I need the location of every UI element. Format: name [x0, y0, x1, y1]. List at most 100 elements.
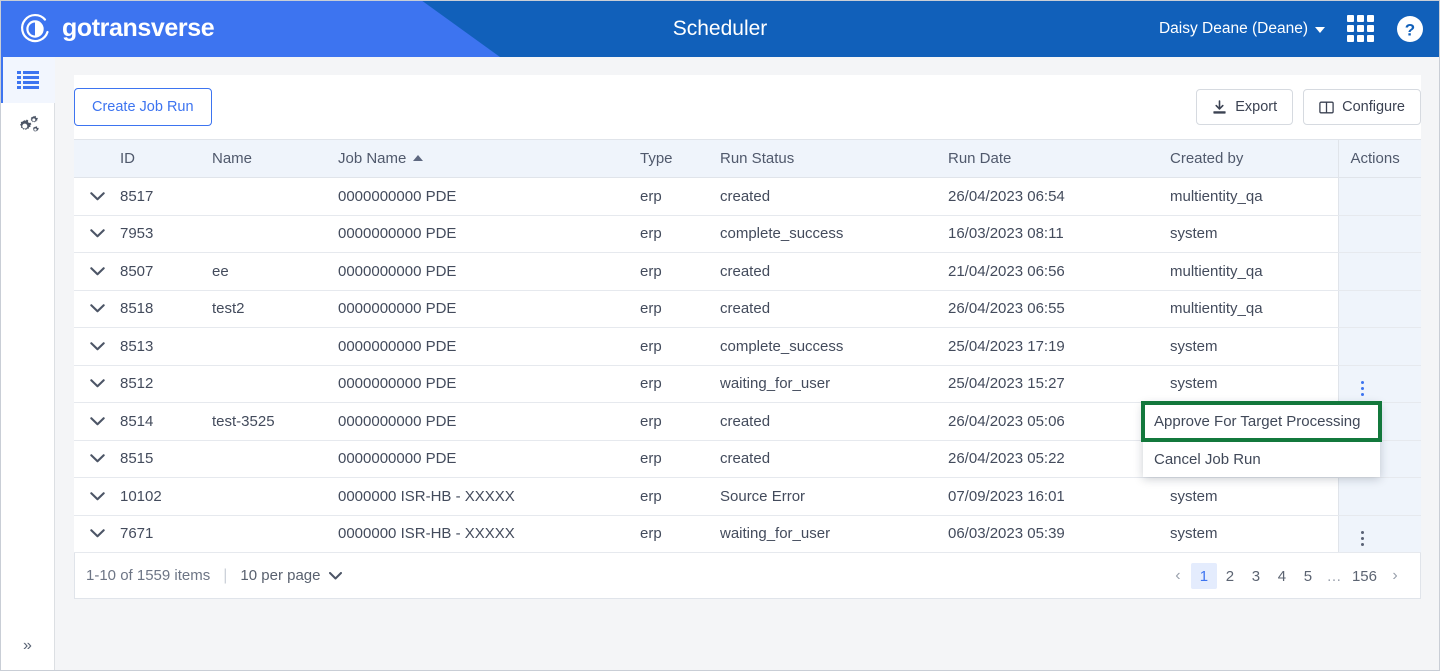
row-cell-id: 8514 — [108, 402, 200, 441]
row-cell-actions[interactable] — [1337, 365, 1421, 403]
sidebar-collapse-toggle[interactable]: » — [0, 629, 55, 663]
row-expand-cell[interactable] — [74, 365, 108, 403]
row-expand-cell[interactable] — [74, 177, 108, 216]
row-cell-job-name: 0000000000 PDE — [326, 365, 628, 403]
per-page-selector[interactable]: 10 per page — [240, 567, 343, 584]
row-expand-cell[interactable] — [74, 215, 108, 253]
row-cell-id: 7671 — [108, 515, 200, 553]
table-row[interactable]: 7671 0000000 ISR-HB - XXXXX erp waiting_for… — [74, 515, 1421, 553]
row-cell-actions — [1337, 290, 1421, 328]
table-row[interactable]: 10102 0000000 ISR-HB - XXXXX erp Source Err… — [74, 477, 1421, 516]
col-label-actions: Actions — [1350, 150, 1400, 167]
row-cell-run-status: complete_success — [708, 215, 936, 253]
table-row[interactable]: 8517 0000000000 PDE erp created 26/04/2023 0… — [74, 177, 1421, 216]
row-cell-id: 7953 — [108, 215, 200, 253]
row-cell-run-status: waiting_for_user — [708, 515, 936, 553]
pagination-page-156[interactable]: 156 — [1347, 563, 1382, 589]
chevron-down-icon — [89, 304, 105, 313]
row-cell-run-date: 26/04/2023 05:22 — [936, 440, 1158, 478]
row-cell-job-name: 0000000 ISR-HB - XXXXX — [326, 515, 628, 553]
row-cell-name: test2 — [200, 290, 326, 328]
pagination: ‹ 1 2 3 4 5 … 156 › — [1165, 553, 1408, 599]
table-row[interactable]: 8507 ee 0000000000 PDE erp created 21/04/2023… — [74, 252, 1421, 291]
row-cell-run-status: created — [708, 402, 936, 441]
export-button-label: Export — [1235, 99, 1278, 115]
col-header-job-name[interactable]: Job Name — [326, 139, 628, 178]
pagination-page-1[interactable]: 1 — [1190, 563, 1217, 589]
pagination-next[interactable]: › — [1382, 563, 1408, 589]
col-header-run-status[interactable]: Run Status — [708, 139, 936, 178]
col-header-created-by[interactable]: Created by — [1158, 139, 1338, 178]
row-cell-run-status: waiting_for_user — [708, 365, 936, 403]
row-cell-actions — [1337, 215, 1421, 253]
pagination-page-2[interactable]: 2 — [1217, 563, 1243, 589]
row-cell-type: erp — [628, 515, 708, 553]
row-cell-run-date: 07/09/2023 16:01 — [936, 477, 1158, 516]
pagination-page-4[interactable]: 4 — [1269, 563, 1295, 589]
col-header-run-date[interactable]: Run Date — [936, 139, 1158, 178]
gears-settings-icon — [19, 115, 39, 132]
row-cell-name — [200, 440, 326, 478]
per-page-label: 10 per page — [240, 567, 321, 584]
row-cell-type: erp — [628, 440, 708, 478]
table-row[interactable]: 8512 0000000000 PDE erp waiting_for_user 25/… — [74, 365, 1421, 403]
row-expand-cell[interactable] — [74, 402, 108, 441]
brand[interactable]: gotransverse — [18, 0, 215, 57]
col-header-name[interactable]: Name — [200, 139, 326, 178]
row-cell-run-status: created — [708, 177, 936, 216]
row-expand-cell[interactable] — [74, 440, 108, 478]
menu-item-cancel-job-run[interactable]: Cancel Job Run — [1143, 440, 1380, 477]
configure-button-label: Configure — [1342, 99, 1405, 115]
create-job-run-button[interactable]: Create Job Run — [74, 88, 212, 126]
col-header-type[interactable]: Type — [628, 139, 708, 178]
configure-button[interactable]: Configure — [1303, 89, 1421, 125]
sidebar-item-settings[interactable] — [0, 103, 55, 149]
list-lines-icon — [16, 71, 39, 89]
table-header-row: ID Name Job Name Type Run Status Run Dat… — [74, 139, 1421, 178]
row-actions-kebab-icon[interactable] — [1351, 530, 1364, 547]
row-actions-kebab-icon[interactable] — [1351, 380, 1364, 397]
row-cell-job-name: 0000000000 PDE — [326, 440, 628, 478]
row-expand-cell[interactable] — [74, 327, 108, 366]
row-expand-cell[interactable] — [74, 290, 108, 328]
row-cell-name — [200, 365, 326, 403]
row-cell-run-status: Source Error — [708, 477, 936, 516]
col-header-id[interactable]: ID — [108, 139, 200, 178]
table-row[interactable]: 8513 0000000000 PDE erp complete_success 25/… — [74, 327, 1421, 366]
help-question-icon[interactable]: ? — [1396, 15, 1424, 43]
header-actions: Daisy Deane (Deane) ? — [1159, 0, 1424, 57]
row-cell-created-by: system — [1158, 215, 1338, 253]
left-sidebar: » — [0, 57, 55, 671]
row-expand-cell[interactable] — [74, 515, 108, 553]
jobs-card: Create Job Run Export Configure ID Name … — [74, 75, 1421, 599]
row-cell-run-date: 06/03/2023 05:39 — [936, 515, 1158, 553]
table-body: 8517 0000000000 PDE erp created 26/04/2023 0… — [74, 177, 1421, 553]
row-cell-id: 8507 — [108, 252, 200, 291]
table-header: ID Name Job Name Type Run Status Run Dat… — [74, 139, 1421, 178]
row-expand-cell[interactable] — [74, 477, 108, 516]
page-title-text: Scheduler — [672, 16, 768, 40]
pagination-prev[interactable]: ‹ — [1165, 563, 1191, 589]
job-runs-table: ID Name Job Name Type Run Status Run Dat… — [74, 139, 1421, 553]
row-expand-cell[interactable] — [74, 252, 108, 291]
grid-apps-icon[interactable] — [1347, 15, 1374, 42]
col-label-job-name: Job Name — [338, 150, 407, 167]
menu-item-approve-for-target-processing[interactable]: Approve For Target Processing — [1143, 403, 1380, 440]
chevron-double-right-icon: » — [23, 637, 32, 654]
table-row[interactable]: 8518 test2 0000000000 PDE erp created 26/04/2… — [74, 290, 1421, 328]
row-action-menu: Approve For Target Processing Cancel Job… — [1143, 403, 1380, 477]
sidebar-item-jobs[interactable] — [0, 57, 55, 103]
chevron-down-icon — [89, 342, 105, 351]
user-menu[interactable]: Daisy Deane (Deane) — [1159, 20, 1325, 38]
row-cell-run-status: complete_success — [708, 327, 936, 366]
table-row[interactable]: 7953 0000000000 PDE erp complete_success 16/… — [74, 215, 1421, 253]
row-cell-job-name: 0000000000 PDE — [326, 252, 628, 291]
col-header-actions: Actions — [1337, 139, 1421, 178]
pagination-page-5[interactable]: 5 — [1295, 563, 1321, 589]
pagination-page-3[interactable]: 3 — [1243, 563, 1269, 589]
row-cell-run-status: created — [708, 252, 936, 291]
export-button[interactable]: Export — [1196, 89, 1294, 125]
row-cell-run-date: 21/04/2023 06:56 — [936, 252, 1158, 291]
col-label-run-status: Run Status — [720, 150, 795, 167]
row-cell-actions[interactable] — [1337, 515, 1421, 553]
